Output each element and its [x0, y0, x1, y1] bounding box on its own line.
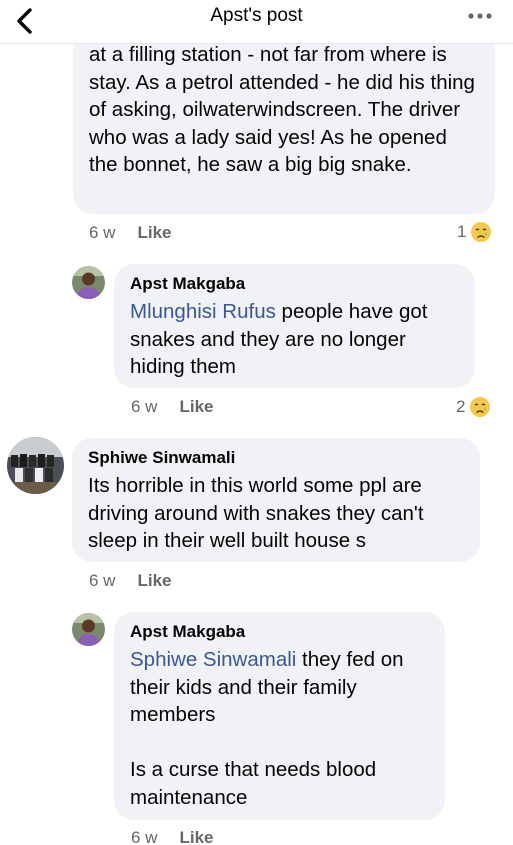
comment-bubble: Apst Makgaba Sphiwe Sinwamali they fed o… — [114, 612, 445, 820]
comment-timestamp[interactable]: 6 w — [131, 397, 157, 417]
comment-actions: 6 w Like — [89, 571, 172, 591]
avatar[interactable] — [7, 437, 64, 494]
mention-link[interactable]: Mlunghisi Rufus — [130, 300, 276, 323]
comment-author[interactable]: Apst Makgaba — [130, 622, 429, 642]
avatar[interactable] — [72, 613, 105, 646]
comment-body: they fed on their kids and their family … — [130, 648, 404, 809]
reaction-summary[interactable]: 1 — [457, 221, 492, 243]
crying-face-icon — [470, 397, 491, 417]
like-button[interactable]: Like — [179, 828, 213, 845]
comment-timestamp[interactable]: 6 w — [131, 828, 157, 845]
comment-text: Mlunghisi Rufus people have got snakes a… — [130, 298, 459, 381]
comment-actions: 6 w Like — [131, 397, 214, 417]
avatar[interactable] — [72, 266, 105, 299]
page-title: Apst's post — [210, 5, 303, 26]
top-bar: Apst's post — [0, 0, 513, 44]
comment-timestamp[interactable]: 6 w — [89, 571, 115, 591]
comment-actions: 6 w Like — [89, 223, 172, 243]
reaction-summary[interactable]: 2 — [456, 396, 491, 418]
mention-link[interactable]: Sphiwe Sinwamali — [130, 648, 296, 671]
comment-author[interactable]: Sphiwe Sinwamali — [88, 448, 464, 468]
comment-author[interactable]: Apst Makgaba — [130, 274, 459, 294]
comment-bubble: Apst Makgaba Mlunghisi Rufus people have… — [114, 264, 475, 388]
comment-bubble: at a filling station - not far from wher… — [73, 27, 495, 214]
comment-text: Sphiwe Sinwamali they fed on their kids … — [130, 646, 429, 811]
comment-text: Its horrible in this world some ppl are … — [88, 474, 430, 552]
comment-text: at a filling station - not far from wher… — [89, 43, 481, 176]
like-button[interactable]: Like — [179, 397, 213, 417]
more-horizontal-icon[interactable] — [467, 6, 493, 26]
like-button[interactable]: Like — [137, 571, 171, 591]
crying-face-icon — [471, 222, 492, 242]
comment-timestamp[interactable]: 6 w — [89, 223, 115, 243]
reaction-count: 1 — [457, 222, 467, 241]
comment-bubble: Sphiwe Sinwamali Its horrible in this wo… — [72, 438, 480, 562]
reaction-count: 2 — [456, 397, 466, 416]
like-button[interactable]: Like — [137, 223, 171, 243]
comment-actions: 6 w Like — [131, 828, 214, 845]
